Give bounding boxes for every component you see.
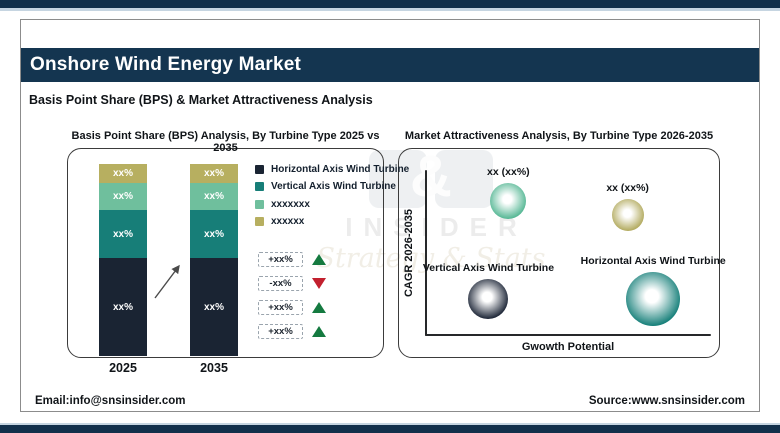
up-triangle-icon: [312, 326, 326, 337]
legend-label: xxxxxxx: [271, 198, 310, 210]
bubble-masked-segment-2: [611, 198, 644, 231]
legend-swatch: [255, 199, 264, 209]
change-value-box: -xx%: [258, 276, 303, 291]
bar-segment-label: xx%: [112, 191, 133, 203]
bubble-label-horizontal-axis-wind-turbine: Horizontal Axis Wind Turbine: [580, 254, 726, 267]
x-axis-line: [425, 334, 711, 336]
infographic-page: Onshore Wind Energy Market Basis Point S…: [0, 0, 780, 433]
legend-label: xxxxxx: [271, 216, 305, 227]
legend-label: Horizontal Axis Wind Turbine: [271, 163, 410, 175]
bar-segment: xx%: [190, 183, 238, 211]
change-indicator-row: +xx%: [258, 300, 326, 315]
change-indicator-row: +xx%: [258, 324, 326, 339]
bar-segment-label: xx%: [112, 301, 133, 313]
bar-segment-label: xx%: [203, 168, 224, 180]
x-tick-2035: 2035: [200, 361, 228, 375]
y-axis-label: CAGR 2026-2035: [403, 208, 415, 298]
stacked-bar-2025: xx% xx% xx% xx%: [99, 164, 147, 356]
x-tick-2025: 2025: [109, 361, 137, 375]
bar-segment-label: xx%: [112, 168, 133, 180]
stacked-bar-2035: xx% xx% xx% xx%: [190, 164, 238, 356]
bar-segment: xx%: [99, 258, 147, 356]
legend-item: Horizontal Axis Wind Turbine: [255, 163, 409, 175]
x-axis-label: Gwowth Potential: [521, 341, 615, 353]
y-axis-line: [425, 170, 427, 336]
change-indicator-row: -xx%: [258, 276, 326, 291]
bar-segment-label: xx%: [203, 301, 224, 313]
bar-segment-label: xx%: [112, 228, 133, 240]
bar-segment: xx%: [99, 183, 147, 211]
bar-segment-label: xx%: [203, 191, 224, 203]
bubble-label-masked-segment-2: xx (xx%): [606, 181, 649, 194]
legend-swatch: [255, 217, 264, 226]
bar-segment: xx%: [99, 210, 147, 259]
up-triangle-icon: [312, 254, 326, 265]
bubble-label-masked-segment-1: xx (xx%): [487, 166, 530, 179]
upward-trend-arrow-icon: [154, 264, 180, 299]
change-value-box: +xx%: [258, 252, 303, 267]
legend-swatch: [255, 164, 264, 174]
down-triangle-icon: [312, 278, 326, 289]
bubble-masked-segment-1: [490, 183, 527, 220]
change-value-box: +xx%: [258, 300, 303, 315]
bar-segment: xx%: [190, 164, 238, 184]
bar-segment: xx%: [190, 258, 238, 356]
legend-label: Vertical Axis Wind Turbine: [271, 181, 396, 192]
change-indicator-row: +xx%: [258, 252, 326, 267]
bubble-label-vertical-axis-wind-turbine: Vertical Axis Wind Turbine: [422, 261, 555, 274]
charts-content-layer: xx% xx% xx% xx% xx% xx% xx% xx% 2025 2035 Horiz…: [0, 0, 780, 433]
up-triangle-icon: [312, 302, 326, 313]
bubble-horizontal-axis-wind-turbine: [626, 271, 681, 326]
legend-item: Vertical Axis Wind Turbine: [255, 181, 409, 193]
legend-item: xxxxxxx: [255, 198, 409, 210]
change-value-box: +xx%: [258, 324, 303, 339]
bar-segment-label: xx%: [203, 228, 224, 240]
bps-legend: Horizontal Axis Wind Turbine Vertical Axi…: [255, 163, 409, 228]
legend-item: xxxxxx: [255, 216, 409, 228]
legend-swatch: [255, 182, 264, 191]
bar-segment: xx%: [99, 164, 147, 184]
bar-segment: xx%: [190, 210, 238, 259]
bps-change-indicators: +xx% -xx% +xx% +xx%: [258, 252, 326, 339]
bubble-vertical-axis-wind-turbine: [468, 278, 509, 319]
